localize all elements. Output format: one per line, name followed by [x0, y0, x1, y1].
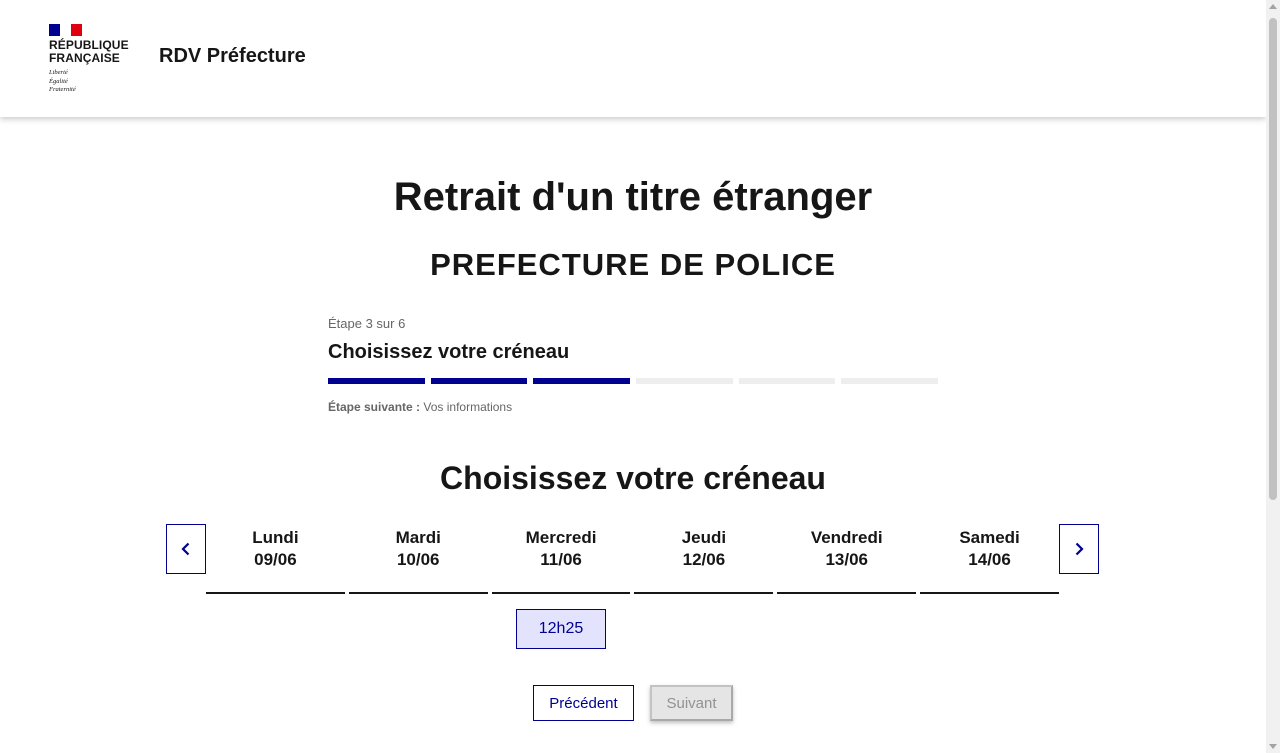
page-scrollbar[interactable]: [1266, 0, 1280, 753]
next-button[interactable]: Suivant: [650, 685, 733, 721]
stepper-segment: [430, 378, 528, 384]
day-date: 13/06: [825, 550, 868, 569]
day-column: Jeudi 12/06: [634, 524, 774, 594]
scroll-thumb[interactable]: [1269, 18, 1277, 500]
page-title: Retrait d'un titre étranger: [393, 175, 873, 219]
stepper-state: Étape 3 sur 6: [328, 316, 406, 331]
day-date: 14/06: [968, 550, 1011, 569]
republique-francaise-logo[interactable]: RÉPUBLIQUE FRANÇAISE Liberté Égalité Fra…: [49, 24, 129, 94]
day-name: Mardi: [395, 528, 441, 547]
day-date: 11/06: [540, 550, 582, 569]
days-row: Lundi 09/06 Mardi 10/06 Mercredi 11/06 Jeudi 12…: [206, 524, 1059, 594]
next-week-button[interactable]: [1059, 524, 1099, 574]
day-name: Vendredi: [810, 528, 883, 547]
previous-button[interactable]: Précédent: [533, 685, 634, 721]
day-name: Lundi: [252, 528, 299, 547]
stepper-next-label: Étape suivante :: [328, 400, 421, 414]
site-header: RÉPUBLIQUE FRANÇAISE Liberté Égalité Fra…: [0, 0, 1266, 117]
logo-text: RÉPUBLIQUE FRANÇAISE: [49, 38, 129, 65]
logo-motto: Liberté Égalité Fraternité: [49, 69, 76, 93]
day-date: 09/06: [254, 550, 297, 569]
stepper-segment: [738, 378, 836, 384]
day-column: Vendredi 13/06: [777, 524, 917, 594]
page-subtitle: PREFECTURE DE POLICE: [430, 247, 836, 282]
previous-week-button[interactable]: [166, 524, 206, 574]
stepper: Étape 3 sur 6 Choisissez votre créneau É…: [328, 316, 939, 414]
service-title[interactable]: RDV Préfecture: [159, 45, 306, 68]
scroll-up-arrow-icon[interactable]: [1269, 4, 1277, 9]
stepper-progress-bar: [328, 378, 939, 384]
day-date: 12/06: [682, 550, 726, 569]
day-column: Mercredi 11/06: [491, 524, 631, 594]
stepper-segment: [636, 378, 733, 384]
stepper-segment: [841, 378, 939, 384]
section-title: Choisissez votre créneau: [440, 460, 826, 496]
stepper-segment: [533, 378, 631, 384]
scroll-down-arrow-icon[interactable]: [1269, 744, 1277, 749]
time-slot-button[interactable]: 12h25: [516, 609, 606, 649]
stepper-next-value: Vos informations: [423, 400, 513, 414]
day-column: Lundi 09/06: [206, 524, 345, 594]
chevron-left-icon: [181, 542, 190, 556]
stepper-segment: [328, 378, 425, 384]
stepper-next-step: Étape suivante : Vos informations: [328, 400, 938, 414]
day-date: 10/06: [396, 550, 440, 569]
marianne-flag-icon: [49, 24, 82, 36]
stepper-title: Choisissez votre créneau: [328, 341, 570, 363]
day-name: Samedi: [959, 528, 1020, 547]
chevron-right-icon: [1075, 542, 1084, 556]
day-column: Mardi 10/06: [348, 524, 488, 594]
day-name: Jeudi: [681, 528, 727, 547]
day-column: Samedi 14/06: [920, 524, 1059, 594]
day-name: Mercredi: [525, 528, 597, 547]
